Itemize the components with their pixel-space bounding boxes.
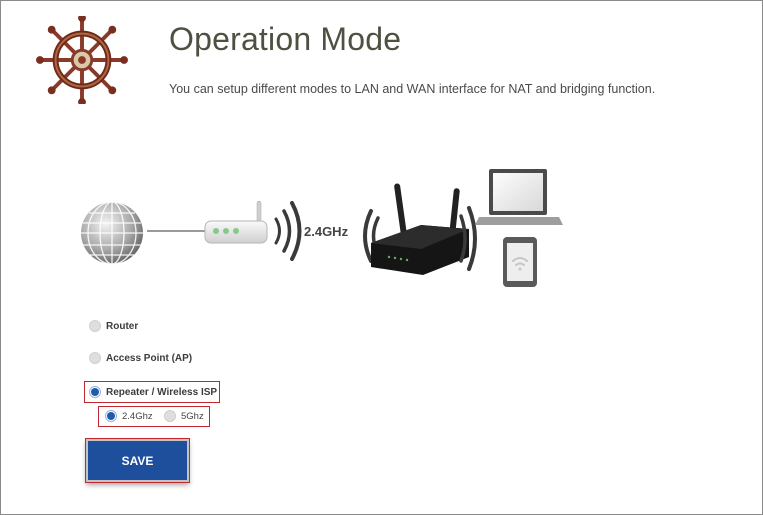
network-diagram: 2.4GHz [81,169,563,287]
repeater-radio[interactable] [89,386,101,398]
operation-mode-page: Operation Mode You can setup different m… [0,0,763,515]
access-point-radio[interactable] [89,352,101,364]
ship-wheel-icon [36,16,128,104]
access-point-label: Access Point (AP) [106,352,193,364]
wifi-signal-icon [274,201,302,261]
band-label: 2.4GHz [304,224,349,239]
band-2-4ghz-radio[interactable] [105,410,117,422]
band-5ghz-radio[interactable] [164,410,176,422]
mode-option-repeater[interactable]: Repeater / Wireless ISP [89,386,217,398]
mode-option-access-point[interactable]: Access Point (AP) [89,352,192,364]
band-option-5ghz[interactable]: 5Ghz [164,410,204,422]
laptop-icon [475,169,563,225]
page-title: Operation Mode [169,21,402,57]
band-2-4ghz-label: 2.4Ghz [122,410,153,422]
page-description: You can setup different modes to LAN and… [169,82,656,96]
band-option-2-4ghz[interactable]: 2.4Ghz [105,410,153,422]
router-label: Router [106,320,139,332]
tablet-icon [503,237,537,287]
router-icon [371,183,469,275]
globe-icon [81,201,143,265]
save-button[interactable]: SAVE [85,438,190,483]
mode-option-router[interactable]: Router [89,320,138,332]
modem-icon [204,200,268,244]
band-5ghz-label: 5Ghz [181,410,204,422]
router-radio[interactable] [89,320,101,332]
repeater-label: Repeater / Wireless ISP [106,386,218,398]
